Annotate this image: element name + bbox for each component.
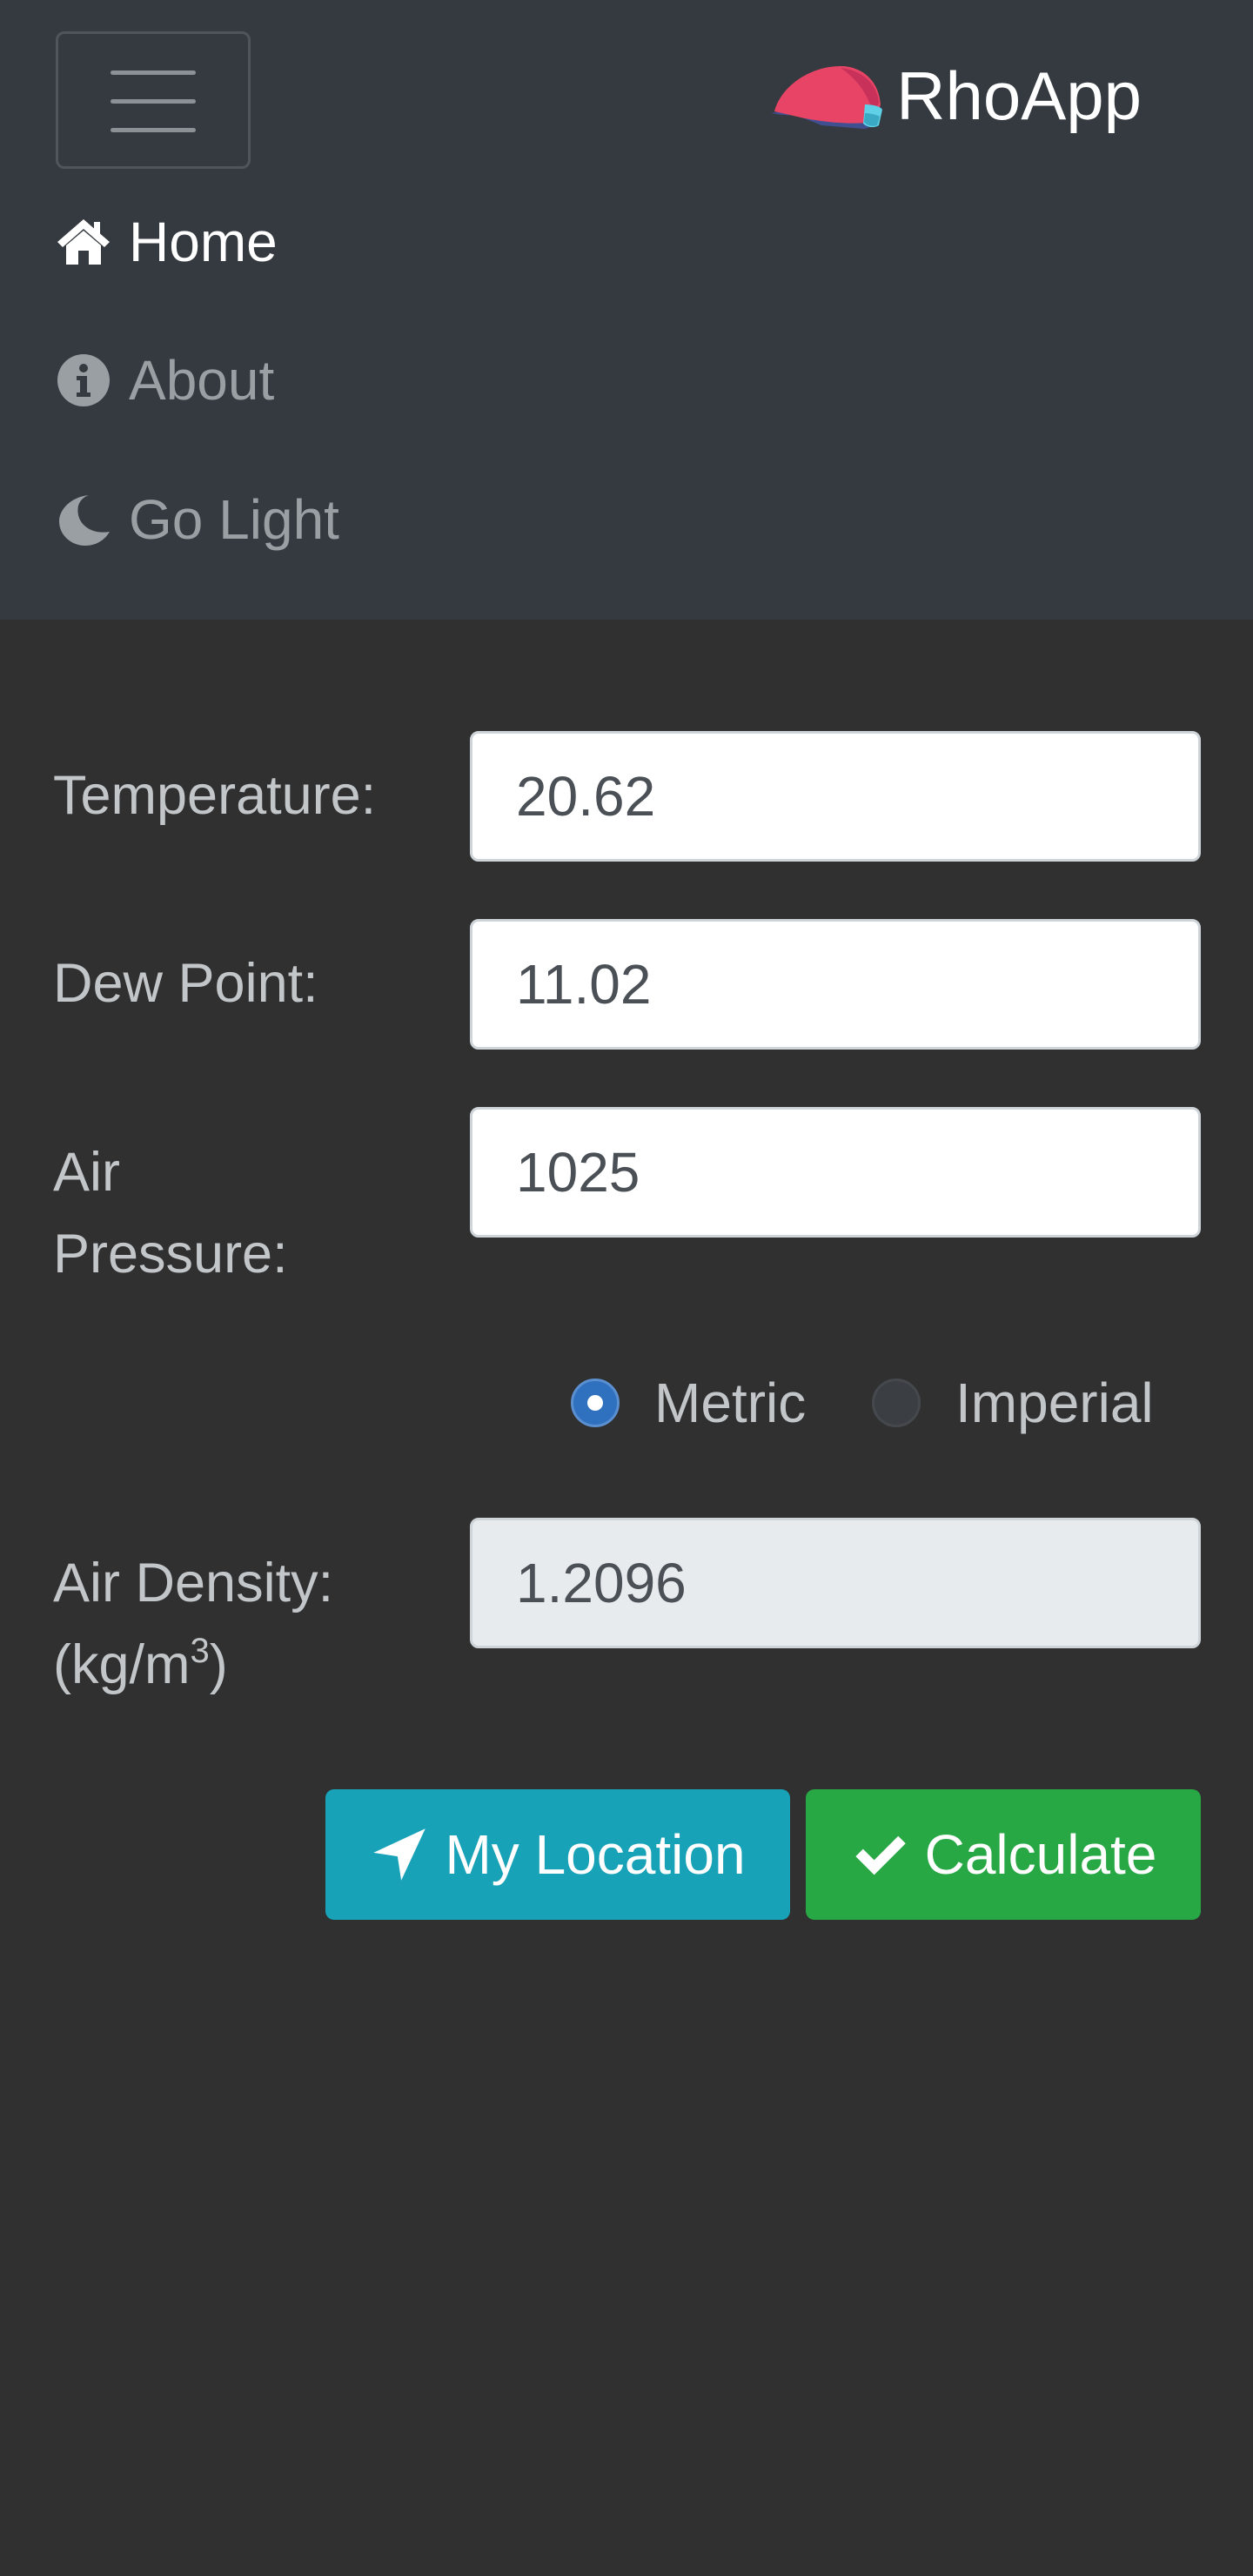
air-density-output — [470, 1518, 1201, 1648]
hamburger-icon-bar — [111, 128, 196, 132]
unit-radio-group: Metric — [571, 1371, 806, 1435]
nav-item-about[interactable]: About — [56, 352, 274, 408]
temperature-label: Temperature: — [53, 765, 377, 826]
air-pressure-label-line2: Pressure: — [53, 1224, 288, 1285]
home-icon — [57, 219, 110, 265]
navbar-toggler-button[interactable] — [56, 31, 251, 169]
air-pressure-label: Air Pressure: — [53, 1131, 288, 1295]
cap-icon — [771, 66, 883, 129]
dew-point-input[interactable] — [470, 919, 1201, 1050]
nav-item-label: About — [129, 349, 275, 412]
air-density-label: Air Density: (kg/m3) — [53, 1542, 333, 1706]
brand-name: RhoApp — [896, 57, 1142, 134]
my-location-button-label: My Location — [445, 1823, 746, 1886]
air-density-unit-exponent: 3 — [190, 1632, 210, 1670]
hamburger-icon-bar — [111, 99, 196, 104]
metric-radio-label[interactable]: Metric — [654, 1371, 806, 1435]
air-pressure-label-line1: Air — [53, 1142, 120, 1203]
imperial-radio[interactable] — [872, 1379, 921, 1427]
info-icon — [57, 354, 110, 406]
air-density-unit: (kg/m3) — [53, 1624, 333, 1706]
nav-item-home[interactable]: Home — [56, 214, 278, 270]
calculate-button-label: Calculate — [924, 1823, 1157, 1886]
metric-radio[interactable] — [571, 1379, 620, 1427]
air-density-unit-prefix: (kg/m — [53, 1634, 191, 1695]
air-pressure-input[interactable] — [470, 1107, 1201, 1238]
moon-icon — [59, 495, 110, 546]
brand-link[interactable]: RhoApp — [766, 52, 1142, 139]
air-density-unit-suffix: ) — [209, 1634, 228, 1695]
unit-radio-group-imperial: Imperial — [872, 1371, 1154, 1435]
temperature-input[interactable] — [470, 731, 1201, 862]
imperial-radio-label[interactable]: Imperial — [955, 1371, 1154, 1435]
dew-point-label: Dew Point: — [53, 953, 318, 1014]
check-icon — [854, 1835, 906, 1875]
hamburger-icon — [111, 70, 196, 75]
nav-item-label: Home — [129, 211, 278, 273]
location-arrow-icon — [373, 1828, 426, 1881]
air-density-label-line1: Air Density: — [53, 1553, 334, 1613]
calculate-button[interactable]: Calculate — [806, 1789, 1201, 1920]
navbar: RhoApp Home About Go Light — [0, 0, 1253, 620]
nav-item-label: Go Light — [129, 488, 339, 551]
nav-item-go-light[interactable]: Go Light — [56, 492, 339, 547]
my-location-button[interactable]: My Location — [325, 1789, 790, 1920]
